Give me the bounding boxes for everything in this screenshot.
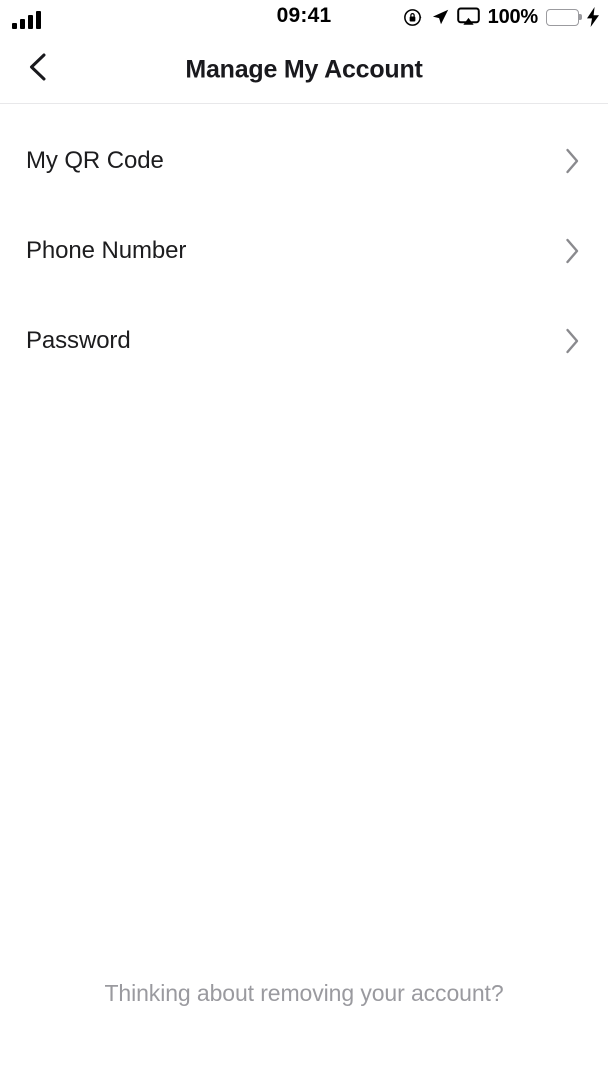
lightning-bolt-icon bbox=[586, 7, 600, 27]
list-item-label: Phone Number bbox=[26, 237, 187, 264]
navigation-bar: Manage My Account bbox=[0, 36, 608, 104]
status-bar: 09:41 100% bbox=[0, 0, 608, 36]
chevron-right-icon bbox=[560, 238, 584, 264]
page-title: Manage My Account bbox=[185, 55, 423, 83]
settings-list: My QR Code Phone Number Password bbox=[0, 104, 608, 962]
phone-screen: 09:41 100% Manage My Account My QR Code … bbox=[0, 0, 608, 1080]
chevron-right-icon bbox=[560, 148, 584, 174]
chevron-right-icon bbox=[560, 328, 584, 354]
list-item-label: My QR Code bbox=[26, 147, 164, 174]
remove-account-link[interactable]: Thinking about removing your account? bbox=[104, 980, 503, 1007]
location-arrow-icon bbox=[430, 7, 450, 27]
list-item-password[interactable]: Password bbox=[0, 296, 608, 386]
rotation-lock-icon bbox=[402, 7, 423, 28]
list-item-phone-number[interactable]: Phone Number bbox=[0, 206, 608, 296]
battery-icon bbox=[546, 8, 582, 26]
battery-percentage-label: 100% bbox=[487, 5, 539, 28]
airplay-screen-icon bbox=[456, 7, 480, 27]
list-item-label: Password bbox=[26, 327, 131, 354]
status-bar-right: 100% bbox=[402, 4, 600, 30]
footer: Thinking about removing your account? bbox=[0, 962, 608, 1080]
list-item-my-qr-code[interactable]: My QR Code bbox=[0, 116, 608, 206]
